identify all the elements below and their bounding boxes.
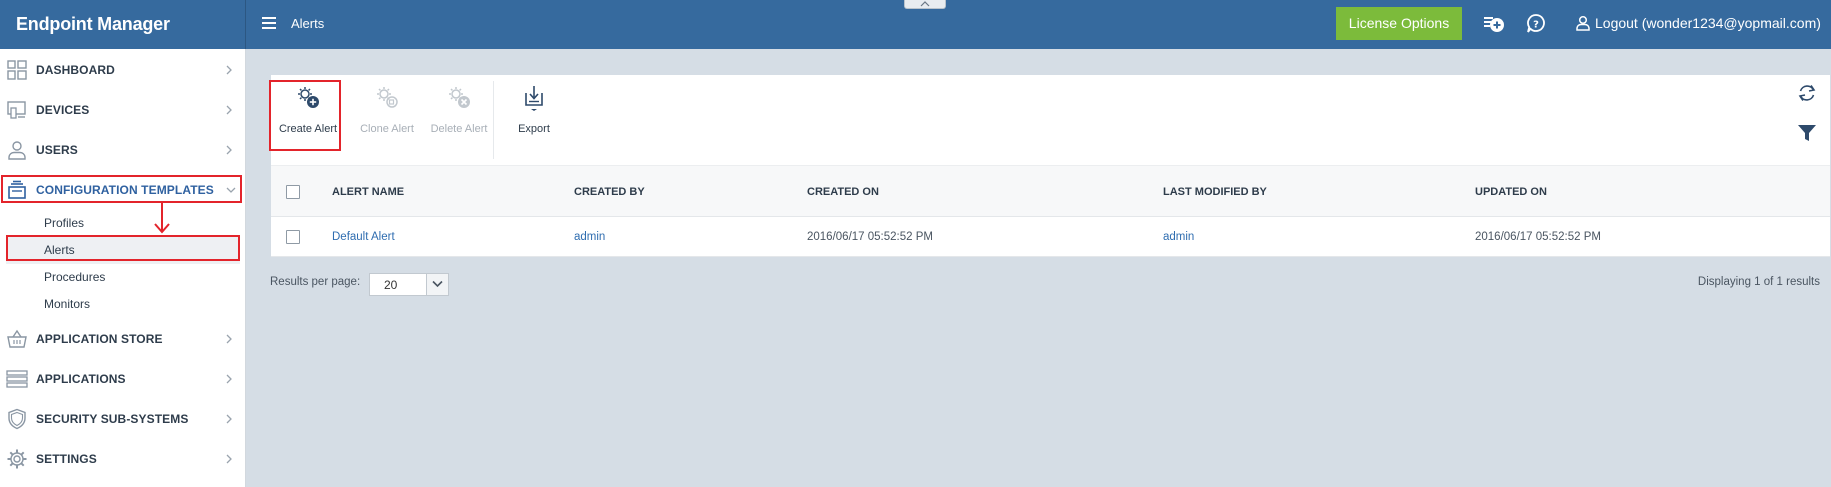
help-icon[interactable]: ? bbox=[1524, 12, 1548, 36]
column-header[interactable]: CREATED BY bbox=[574, 166, 645, 218]
toolbar-separator bbox=[493, 81, 494, 159]
filter-icon[interactable] bbox=[1796, 122, 1818, 144]
clone-alert-label: Clone Alert bbox=[360, 123, 414, 135]
create-alert-label: Create Alert bbox=[278, 123, 338, 135]
table-header: ALERT NAME CREATED BY CREATED ON LAST MO… bbox=[271, 165, 1830, 217]
chevron-down-icon bbox=[432, 280, 443, 288]
sidebar-subitem-procedures[interactable]: Procedures bbox=[6, 264, 240, 291]
sidebar-item-application-store[interactable]: APPLICATION STORE bbox=[0, 319, 246, 359]
table-row: Default Alert admin 2016/06/17 05:52:52 … bbox=[271, 217, 1830, 257]
dashboard-grid-icon bbox=[7, 60, 27, 80]
breadcrumb: Alerts bbox=[291, 16, 325, 31]
column-header[interactable]: UPDATED ON bbox=[1475, 166, 1547, 218]
chevron-right-icon bbox=[226, 145, 232, 155]
refresh-icon[interactable] bbox=[1796, 82, 1818, 104]
clone-alert-icon bbox=[377, 87, 398, 108]
shield-icon bbox=[8, 408, 26, 430]
sidebar-subitem-monitors[interactable]: Monitors bbox=[6, 291, 240, 318]
create-alert-button[interactable]: Create Alert bbox=[272, 81, 344, 151]
chevron-right-icon bbox=[226, 105, 232, 115]
last-modified-by-link[interactable]: admin bbox=[1163, 217, 1194, 257]
export-button[interactable]: Export bbox=[503, 81, 565, 151]
clone-alert-button[interactable]: Clone Alert bbox=[351, 81, 423, 151]
basket-icon bbox=[7, 329, 27, 348]
sidebar-item-label: USERS bbox=[36, 143, 78, 157]
top-bar: Endpoint Manager Alerts License Options … bbox=[0, 0, 1831, 49]
chevron-right-icon bbox=[226, 374, 232, 384]
row-checkbox[interactable] bbox=[286, 230, 300, 244]
logout-link[interactable]: Logout (wonder1234@yopmail.com) bbox=[1575, 0, 1821, 46]
created-on-cell: 2016/06/17 05:52:52 PM bbox=[807, 231, 933, 243]
sidebar-item-devices[interactable]: DEVICES bbox=[0, 90, 246, 130]
sidebar-item-dashboard[interactable]: DASHBOARD bbox=[0, 50, 246, 90]
column-header[interactable]: ALERT NAME bbox=[332, 166, 404, 218]
app-title: Endpoint Manager bbox=[0, 0, 246, 49]
sidebar-subitem-label: Profiles bbox=[44, 216, 85, 230]
sidebar-item-settings[interactable]: SETTINGS bbox=[0, 439, 246, 479]
gear-icon bbox=[7, 449, 27, 469]
sidebar-item-label: CONFIGURATION TEMPLATES bbox=[36, 183, 214, 197]
sidebar-subitem-label: Procedures bbox=[44, 270, 106, 284]
sidebar-item-label: SETTINGS bbox=[36, 452, 97, 466]
toolbar: Create Alert Clone Alert Delete Alert Ex… bbox=[269, 75, 1830, 165]
sidebar-item-label: APPLICATION STORE bbox=[36, 332, 163, 346]
chevron-right-icon bbox=[226, 414, 232, 424]
applications-icon bbox=[6, 370, 28, 388]
chevron-right-icon bbox=[226, 334, 232, 344]
sidebar-item-label: DEVICES bbox=[36, 103, 90, 117]
select-all-checkbox[interactable] bbox=[286, 185, 300, 199]
sidebar-item-security-sub-systems[interactable]: SECURITY SUB-SYSTEMS bbox=[0, 399, 246, 439]
user-icon bbox=[8, 141, 26, 160]
sidebar-item-applications[interactable]: APPLICATIONS bbox=[0, 359, 246, 399]
svg-text:?: ? bbox=[1533, 20, 1539, 31]
export-icon bbox=[525, 86, 543, 111]
sidebar: DASHBOARD DEVICES USERS CONFIGURATION TE… bbox=[0, 49, 246, 487]
sidebar-subitem-label: Monitors bbox=[44, 297, 91, 311]
chevron-down-icon bbox=[226, 187, 236, 193]
sidebar-subitem-label: Alerts bbox=[44, 243, 75, 257]
updated-on-cell: 2016/06/17 05:52:52 PM bbox=[1475, 231, 1601, 243]
sidebar-item-label: APPLICATIONS bbox=[36, 372, 126, 386]
dropdown-caret bbox=[426, 274, 448, 295]
delete-alert-icon bbox=[449, 87, 470, 108]
add-device-icon[interactable] bbox=[1482, 12, 1506, 36]
sidebar-item-configuration-templates[interactable]: CONFIGURATION TEMPLATES bbox=[0, 170, 246, 210]
export-label: Export bbox=[518, 123, 550, 135]
results-per-page-label: Results per page: bbox=[270, 276, 361, 288]
results-count: Displaying 1 of 1 results bbox=[1697, 276, 1820, 288]
arrow-down-annotation bbox=[154, 203, 170, 234]
sidebar-subitem-profiles[interactable]: Profiles bbox=[6, 210, 240, 237]
hamburger-menu-icon[interactable] bbox=[262, 17, 276, 29]
create-alert-icon bbox=[298, 87, 319, 108]
results-per-page-value: 20 bbox=[384, 278, 398, 292]
column-header[interactable]: LAST MODIFIED BY bbox=[1163, 166, 1267, 218]
devices-icon bbox=[7, 101, 26, 119]
delete-alert-button[interactable]: Delete Alert bbox=[423, 81, 495, 151]
delete-alert-label: Delete Alert bbox=[430, 123, 488, 135]
chevron-right-icon bbox=[226, 65, 232, 75]
collapse-header-tab[interactable] bbox=[904, 0, 946, 9]
alerts-panel: Create Alert Clone Alert Delete Alert Ex… bbox=[269, 75, 1830, 257]
templates-icon bbox=[8, 180, 26, 199]
sidebar-subitem-alerts[interactable]: Alerts bbox=[6, 237, 240, 264]
column-header[interactable]: CREATED ON bbox=[807, 166, 879, 218]
sidebar-item-users[interactable]: USERS bbox=[0, 130, 246, 170]
chevron-up-icon bbox=[920, 1, 930, 7]
sidebar-item-label: SECURITY SUB-SYSTEMS bbox=[36, 412, 189, 426]
results-per-page-select[interactable]: 20 bbox=[369, 273, 449, 296]
alert-name-link[interactable]: Default Alert bbox=[332, 217, 395, 257]
logout-label: Logout (wonder1234@yopmail.com) bbox=[1595, 15, 1821, 31]
created-by-link[interactable]: admin bbox=[574, 217, 605, 257]
user-icon bbox=[1576, 15, 1590, 31]
license-options-button[interactable]: License Options bbox=[1336, 7, 1462, 40]
sidebar-item-label: DASHBOARD bbox=[36, 63, 115, 77]
chevron-right-icon bbox=[226, 454, 232, 464]
